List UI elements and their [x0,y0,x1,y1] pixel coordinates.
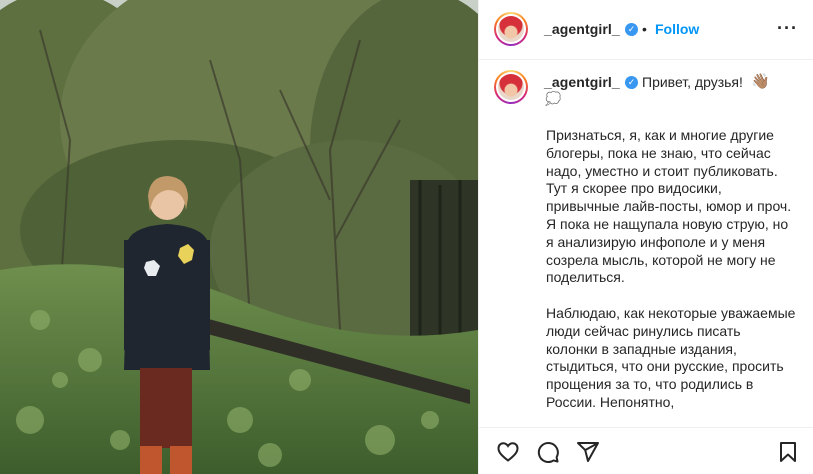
follow-button[interactable]: Follow [655,21,699,37]
waving-hand-icon: 👋🏽 [751,73,770,90]
bookmark-icon[interactable] [776,440,800,464]
post-photo[interactable] [0,0,478,474]
post-sidebar: _agentgirl_ ✓ • Follow ··· _agentgirl_ ✓… [478,0,813,474]
caption-author-username[interactable]: _agentgirl_ [544,74,620,90]
author-avatar[interactable] [494,12,528,46]
post-header: _agentgirl_ ✓ • Follow ··· [479,0,813,60]
verified-badge-icon: ✓ [625,23,638,36]
caption-text: Признаться, я, как и многие другие блоге… [546,127,796,410]
share-icon[interactable] [576,440,600,464]
thought-bubble-icon: 💭 [545,91,562,106]
photo-illustration [0,0,478,474]
caption-scroll-area[interactable]: _agentgirl_ ✓ Привет, друзья! 👋🏽 💭 Призн… [479,62,813,426]
separator-dot: • [642,21,647,37]
caption-verified-badge-icon: ✓ [625,76,638,89]
caption-author-avatar[interactable] [494,70,528,104]
comment-icon[interactable] [536,440,560,464]
caption-greeting: Привет, друзья! [642,74,743,90]
action-bar [479,427,813,474]
author-username[interactable]: _agentgirl_ [544,21,620,37]
more-options-icon[interactable]: ··· [777,18,798,39]
heart-icon[interactable] [496,440,520,464]
